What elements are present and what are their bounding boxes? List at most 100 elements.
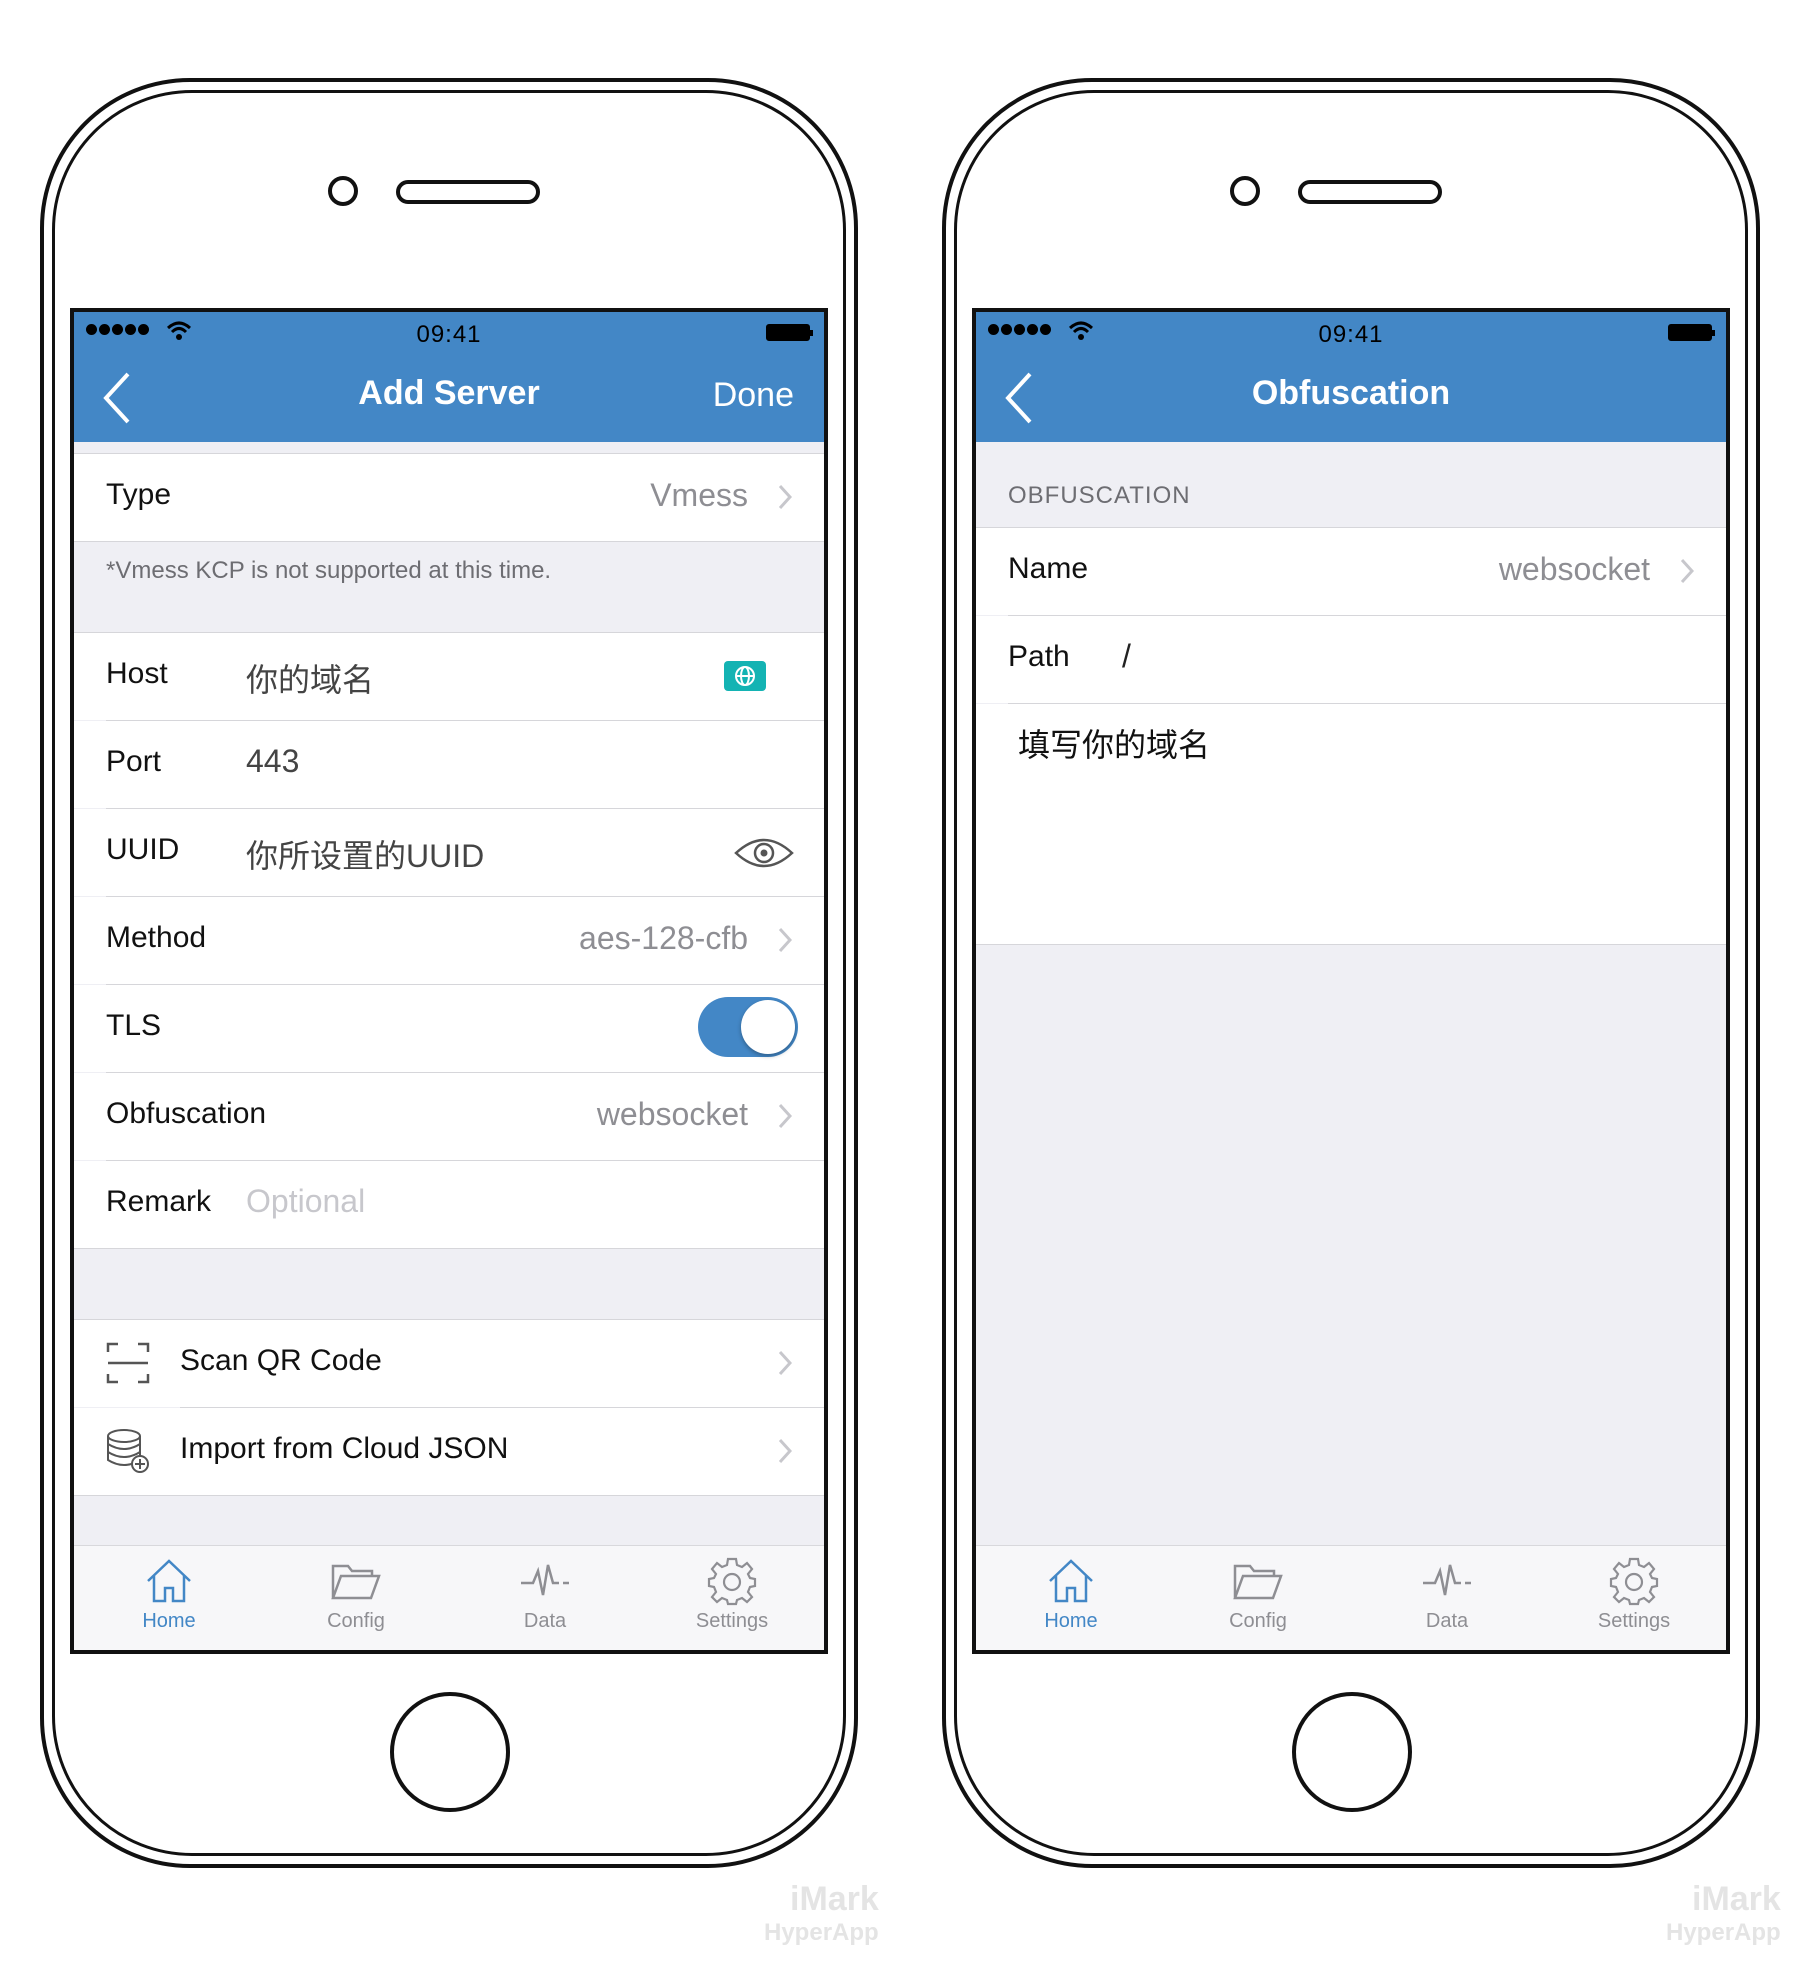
name-value: websocket (1498, 551, 1650, 587)
tab-config[interactable]: Config (1188, 1554, 1328, 1633)
divider (74, 1495, 824, 1496)
pulse-icon (521, 1564, 569, 1596)
divider (74, 541, 824, 542)
gear-icon (1609, 1557, 1659, 1606)
name-label: Name (1008, 552, 1089, 585)
qr-scan-icon (106, 1342, 150, 1384)
battery-icon (766, 324, 813, 341)
chevron-right-icon (778, 1350, 792, 1376)
folder-icon (331, 1564, 381, 1600)
eye-icon[interactable] (734, 833, 794, 873)
tls-label: TLS (106, 1009, 162, 1042)
tab-label: Home (1044, 1610, 1098, 1632)
globe-icon (735, 666, 755, 686)
tab-data[interactable]: Data (475, 1554, 615, 1633)
method-value: aes-128-cfb (579, 920, 748, 956)
chevron-right-icon (1680, 558, 1694, 584)
status-bar: 09:41 (74, 312, 824, 352)
method-label: Method (106, 921, 207, 954)
phone-left: 09:41 Add Server Done Type Vmess *Vmess … (40, 78, 858, 1868)
home-icon (1049, 1559, 1093, 1603)
toggle-knob (741, 1000, 795, 1054)
obfuscation-label: Obfuscation (106, 1097, 267, 1130)
speaker-icon (1298, 180, 1442, 204)
phone-right: 09:41 Obfuscation OBFUSCATION Name webso… (942, 78, 1760, 1868)
tab-home[interactable]: Home (99, 1554, 239, 1633)
tab-label: Data (523, 1610, 567, 1632)
watermark-main: iMark (790, 1880, 879, 1918)
uuid-row: UUID 你所设置的UUID (74, 809, 824, 896)
screen-add-server: 09:41 Add Server Done Type Vmess *Vmess … (70, 308, 828, 1654)
folder-icon (1233, 1564, 1283, 1600)
type-row[interactable]: Type Vmess (74, 454, 824, 541)
watermark-left: iMark HyperApp (730, 1880, 879, 1947)
tab-settings[interactable]: Settings (1564, 1554, 1704, 1633)
scan-qr-row[interactable]: Scan QR Code (74, 1320, 824, 1407)
watermark-sub: HyperApp (1666, 1919, 1781, 1946)
home-icon (147, 1559, 191, 1603)
host-text-area[interactable]: 填写你的域名 (976, 704, 1726, 944)
done-button[interactable]: Done (713, 376, 794, 415)
chevron-right-icon (778, 927, 792, 953)
page-title: Add Server (358, 374, 540, 412)
port-input[interactable]: 443 (246, 743, 299, 780)
remark-input[interactable]: Optional (246, 1183, 365, 1220)
camera-icon (328, 176, 358, 206)
status-time: 09:41 (1318, 321, 1384, 348)
tls-toggle[interactable] (698, 997, 798, 1057)
section-header: OBFUSCATION (1008, 482, 1191, 509)
tab-settings[interactable]: Settings (662, 1554, 802, 1633)
pulse-icon (1423, 1564, 1471, 1596)
scan-qr-label: Scan QR Code (180, 1344, 382, 1377)
camera-icon (1230, 176, 1260, 206)
import-json-label: Import from Cloud JSON (180, 1432, 509, 1465)
chevron-right-icon (778, 1103, 792, 1129)
path-label: Path (1008, 640, 1070, 673)
tab-label: Settings (1597, 1610, 1671, 1632)
tab-bar: Home Config Data Settings (74, 1545, 824, 1650)
status-time: 09:41 (416, 321, 482, 348)
tab-data[interactable]: Data (1377, 1554, 1517, 1633)
port-row: Port 443 (74, 721, 824, 808)
watermark-main: iMark (1692, 1880, 1781, 1918)
type-value: Vmess (650, 477, 748, 513)
tab-config[interactable]: Config (286, 1554, 426, 1633)
uuid-input[interactable]: 你所设置的UUID (246, 831, 484, 877)
navigation-bar: 09:41 Obfuscation (976, 312, 1726, 442)
home-button[interactable] (390, 1692, 510, 1812)
globe-button[interactable] (724, 661, 766, 691)
chevron-right-icon (778, 1438, 792, 1464)
obfuscation-row[interactable]: Obfuscation websocket (74, 1073, 824, 1160)
chevron-right-icon (778, 484, 792, 510)
host-text: 填写你的域名 (1018, 727, 1211, 763)
tab-bar: Home Config Data Settings (976, 1545, 1726, 1650)
tab-label: Config (1229, 1610, 1287, 1632)
database-add-icon (107, 1429, 149, 1473)
uuid-label: UUID (106, 833, 180, 866)
speaker-icon (396, 180, 540, 204)
obfuscation-value: websocket (596, 1096, 748, 1132)
battery-icon (1668, 324, 1715, 341)
host-input[interactable]: 你的域名 (246, 655, 374, 701)
path-input[interactable]: / (1122, 638, 1131, 675)
remark-row: Remark Optional (74, 1161, 824, 1248)
type-label: Type (106, 478, 172, 511)
divider (976, 944, 1726, 945)
gear-icon (707, 1557, 757, 1606)
watermark-sub: HyperApp (764, 1919, 879, 1946)
tab-home[interactable]: Home (1001, 1554, 1141, 1633)
kcp-note: *Vmess KCP is not supported at this time… (106, 557, 552, 584)
port-label: Port (106, 745, 162, 778)
tab-label: Config (327, 1610, 385, 1632)
method-row[interactable]: Method aes-128-cfb (74, 897, 824, 984)
divider (74, 1248, 824, 1249)
navigation-bar: 09:41 Add Server Done (74, 312, 824, 442)
host-label: Host (106, 657, 168, 690)
name-row[interactable]: Name websocket (976, 528, 1726, 615)
page-title: Obfuscation (1251, 374, 1451, 412)
import-json-row[interactable]: Import from Cloud JSON (74, 1408, 824, 1495)
status-bar: 09:41 (976, 312, 1726, 352)
path-row: Path / (976, 616, 1726, 703)
home-button[interactable] (1292, 1692, 1412, 1812)
screen-obfuscation: 09:41 Obfuscation OBFUSCATION Name webso… (972, 308, 1730, 1654)
